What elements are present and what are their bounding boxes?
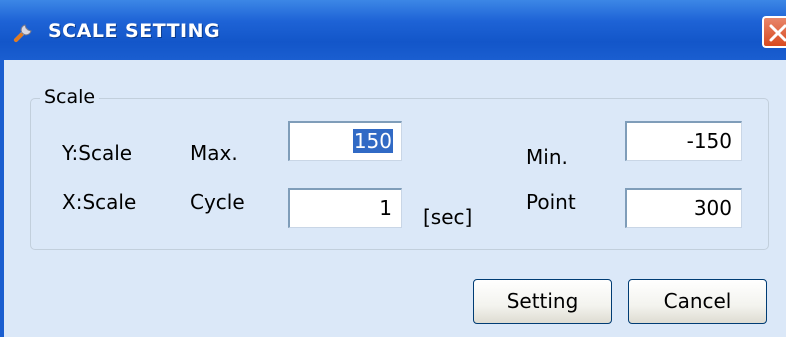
x-cycle-value: 1 (379, 196, 392, 220)
min-label: Min. (526, 145, 568, 169)
y-scale-label: Y:Scale (62, 141, 133, 165)
title-bar[interactable]: SCALE SETTING (0, 0, 786, 60)
x-point-value: 300 (693, 196, 732, 220)
wrench-icon (12, 20, 36, 44)
y-min-input[interactable]: -150 (625, 121, 742, 161)
scale-setting-dialog: SCALE SETTING Scale Y:Scale Max. 150 Min… (0, 0, 786, 337)
x-scale-label: X:Scale (62, 190, 137, 214)
x-point-input[interactable]: 300 (625, 188, 742, 228)
setting-button[interactable]: Setting (473, 279, 612, 324)
window-title: SCALE SETTING (48, 20, 221, 42)
cycle-label: Cycle (190, 190, 245, 214)
max-label: Max. (190, 141, 238, 165)
x-cycle-input[interactable]: 1 (288, 188, 402, 228)
y-min-value: -150 (686, 129, 732, 153)
point-label: Point (526, 190, 576, 214)
close-button[interactable] (762, 16, 786, 48)
cancel-button[interactable]: Cancel (628, 279, 767, 324)
y-max-value: 150 (352, 129, 393, 153)
sec-unit-label: [sec] (423, 205, 473, 229)
groupbox-legend: Scale (40, 86, 100, 108)
y-max-input[interactable]: 150 (288, 121, 402, 161)
